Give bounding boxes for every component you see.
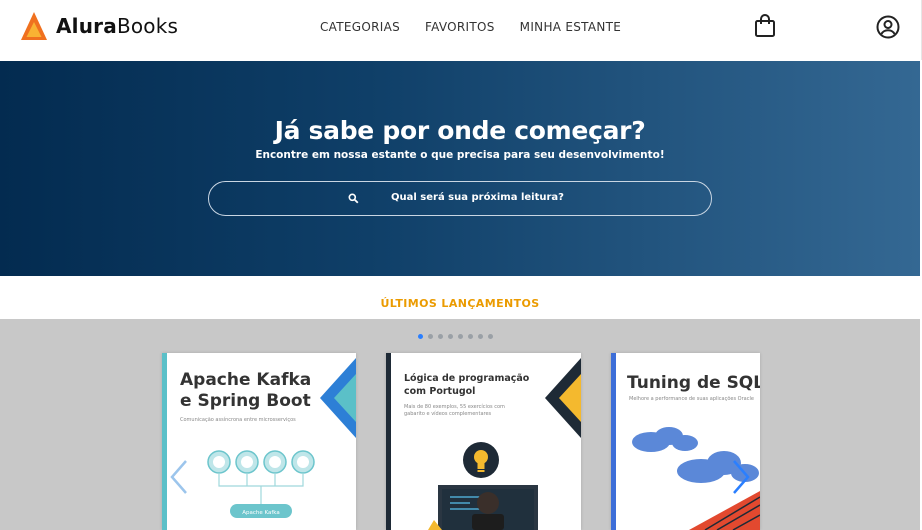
book-card-tuning-sql[interactable]: Tuning de SQL Melhore a performance de s… bbox=[611, 353, 760, 530]
hero-subtitle: Encontre em nossa estante o que precisa … bbox=[255, 149, 665, 161]
hero-title: Já sabe por onde começar? bbox=[274, 116, 646, 145]
logo[interactable]: AluraBooks bbox=[20, 11, 178, 41]
book-title-line2: e Spring Boot bbox=[180, 391, 311, 411]
nav-item-categorias[interactable]: CATEGORIAS bbox=[320, 20, 400, 34]
carousel-dot[interactable] bbox=[468, 334, 473, 339]
book-title: Tuning de SQL bbox=[627, 373, 760, 393]
carousel-dot[interactable] bbox=[438, 334, 443, 339]
book-spine-stripe bbox=[162, 353, 167, 530]
carousel-next-arrow-icon[interactable] bbox=[730, 459, 752, 495]
carousel-dot[interactable] bbox=[478, 334, 483, 339]
nav-item-favoritos[interactable]: FAVORITOS bbox=[425, 20, 495, 34]
carousel-dot[interactable] bbox=[448, 334, 453, 339]
book-subtitle-line2: gabarito e vídeos complementares bbox=[404, 411, 492, 417]
carousel-dot[interactable] bbox=[428, 334, 433, 339]
carousel-dot[interactable] bbox=[418, 334, 423, 339]
search-bar[interactable]: Qual será sua próxima leitura? bbox=[208, 181, 712, 216]
book-subtitle: Melhore a performance de suas aplicações… bbox=[629, 396, 754, 402]
user-account-icon[interactable] bbox=[876, 15, 900, 39]
main-nav: CATEGORIAS FAVORITOS MINHA ESTANTE bbox=[320, 20, 621, 34]
book-title-line1: Lógica de programação bbox=[404, 373, 530, 384]
app-root: AluraBooks CATEGORIAS FAVORITOS MINHA ES… bbox=[0, 0, 922, 530]
search-icon bbox=[348, 193, 359, 204]
book-spine-stripe bbox=[386, 353, 391, 530]
logo-icon bbox=[21, 12, 47, 40]
book-card-kafka[interactable]: Apache Kafka e Spring Boot Comunicação a… bbox=[162, 353, 356, 530]
book-title-line2: com Portugol bbox=[404, 386, 476, 397]
cover-corner-decoration bbox=[320, 358, 356, 438]
carousel-dots bbox=[418, 334, 493, 339]
programmer-illustration bbox=[428, 485, 538, 530]
nav-item-minha-estante[interactable]: MINHA ESTANTE bbox=[520, 20, 622, 34]
book-subtitle: Comunicação assíncrona entre microsservi… bbox=[180, 417, 296, 423]
book-title-line1: Apache Kafka bbox=[180, 370, 312, 390]
logo-text: AluraBooks bbox=[56, 14, 178, 38]
section-title: ÚLTIMOS LANÇAMENTOS bbox=[380, 297, 540, 310]
hero-banner: Já sabe por onde começar? Encontre em no… bbox=[0, 61, 920, 276]
kafka-diagram-illustration: Apache Kafka bbox=[207, 450, 315, 518]
kafka-button-label: Apache Kafka bbox=[242, 510, 280, 516]
book-spine-stripe bbox=[611, 353, 616, 530]
lightbulb-icon bbox=[463, 442, 499, 478]
book-card-portugol[interactable]: Lógica de programação com Portugol Mais … bbox=[386, 353, 581, 530]
carousel-dot[interactable] bbox=[458, 334, 463, 339]
search-input[interactable]: Qual será sua próxima leitura? bbox=[391, 192, 564, 203]
releases-header: ÚLTIMOS LANÇAMENTOS bbox=[0, 276, 920, 319]
carousel-prev-arrow-icon[interactable] bbox=[168, 459, 190, 495]
carousel-dot[interactable] bbox=[488, 334, 493, 339]
shopping-bag-icon[interactable] bbox=[754, 14, 776, 38]
logo-text-bold: Alura bbox=[56, 14, 117, 38]
cover-corner-decoration bbox=[545, 358, 581, 438]
book-carousel: Apache Kafka e Spring Boot Comunicação a… bbox=[0, 319, 920, 530]
top-header: AluraBooks CATEGORIAS FAVORITOS MINHA ES… bbox=[0, 0, 922, 60]
book-subtitle-line1: Mais de 80 exemplos, 55 exercícios com bbox=[404, 404, 505, 410]
logo-text-rest: Books bbox=[116, 14, 179, 38]
